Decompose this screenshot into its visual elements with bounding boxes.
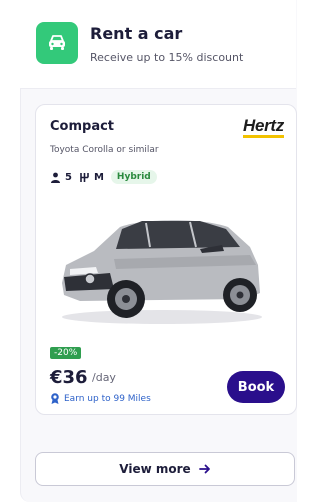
- car-specs: 5 M Hybrid: [50, 169, 157, 185]
- seats-count: 5: [65, 171, 72, 183]
- header-subtitle: Receive up to 15% discount: [90, 51, 244, 64]
- miles-badge-icon: [51, 393, 59, 404]
- person-icon: [51, 172, 60, 183]
- header-title: Rent a car: [90, 24, 183, 43]
- miles-text: Earn up to 99 Miles: [64, 393, 151, 404]
- brand-logo: Hertz: [242, 117, 284, 138]
- fuel-badge: Hybrid: [110, 170, 157, 184]
- car-model: Toyota Corolla or similar: [50, 145, 159, 155]
- seats-spec: 5: [50, 172, 72, 183]
- arrow-right-icon: [198, 464, 210, 474]
- miles-info: Earn up to 99 Miles: [50, 393, 151, 404]
- car-icon: [36, 22, 78, 64]
- gearshift-icon: [80, 172, 89, 182]
- transmission-spec: M: [79, 172, 104, 183]
- book-button[interactable]: Book: [227, 371, 285, 403]
- price: €36: [50, 367, 88, 388]
- car-class: Compact: [50, 119, 115, 134]
- rent-car-header: Rent a car Receive up to 15% discount: [20, 0, 296, 89]
- transmission-type: M: [93, 171, 104, 183]
- discount-badge: -20%: [50, 347, 82, 359]
- view-more-button[interactable]: View more: [35, 452, 295, 486]
- car-image: [62, 220, 262, 324]
- view-more-label: View more: [119, 462, 191, 476]
- per-day-label: /day: [92, 371, 116, 384]
- car-offer-card[interactable]: Compact Hertz Toyota Corolla or similar …: [35, 104, 297, 415]
